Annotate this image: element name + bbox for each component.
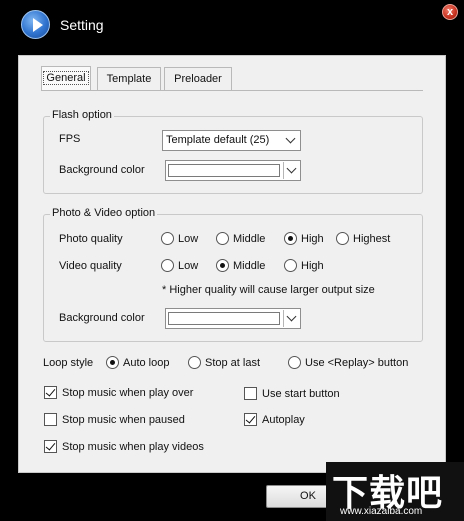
- site-watermark: 下载吧 www.xiazaiba.com: [326, 462, 464, 521]
- radio-icon: [336, 232, 349, 245]
- checkbox-icon: [244, 387, 257, 400]
- window-title: Setting: [60, 17, 104, 33]
- tab-divider: [41, 90, 423, 91]
- loop-stop-at-last[interactable]: Stop at last: [188, 356, 260, 369]
- color-swatch: [168, 312, 280, 325]
- radio-icon: [288, 356, 301, 369]
- video-quality-high[interactable]: High: [284, 259, 324, 272]
- tab-general-label: General: [43, 71, 89, 85]
- chevron-down-icon: [283, 132, 299, 149]
- video-quality-label: Video quality: [59, 260, 122, 272]
- title-bar: Setting x: [0, 0, 464, 50]
- photo-video-bg-color-picker[interactable]: [165, 308, 301, 329]
- radio-icon: [216, 232, 229, 245]
- fps-select[interactable]: Template default (25): [162, 130, 301, 151]
- photo-quality-middle[interactable]: Middle: [216, 232, 265, 245]
- loop-auto-loop[interactable]: Auto loop: [106, 356, 169, 369]
- settings-panel: General Template Preloader Flash option …: [18, 55, 446, 473]
- tab-template[interactable]: Template: [97, 67, 161, 91]
- radio-selected-icon: [284, 232, 297, 245]
- radio-icon: [161, 232, 174, 245]
- fps-label: FPS: [59, 133, 81, 145]
- loop-style-label: Loop style: [43, 357, 94, 369]
- stop-music-paused-checkbox[interactable]: Stop music when paused: [44, 413, 185, 426]
- watermark-url: www.xiazaiba.com: [340, 506, 423, 517]
- chevron-down-icon: [283, 310, 299, 327]
- close-button[interactable]: x: [442, 4, 458, 20]
- radio-icon: [161, 259, 174, 272]
- tab-general[interactable]: General: [41, 66, 91, 91]
- loop-replay-button[interactable]: Use <Replay> button: [288, 356, 408, 369]
- checkbox-icon: [44, 413, 57, 426]
- settings-window: Setting x General Template Preloader Fla…: [0, 0, 464, 521]
- fps-value: Template default (25): [166, 134, 270, 146]
- checkbox-checked-icon: [244, 413, 257, 426]
- photo-quality-label: Photo quality: [59, 233, 123, 245]
- flash-bg-color-label: Background color: [59, 164, 145, 176]
- flash-bg-color-picker[interactable]: [165, 160, 301, 181]
- quality-note: * Higher quality will cause larger outpu…: [162, 284, 375, 296]
- photo-quality-low[interactable]: Low: [161, 232, 198, 245]
- stop-music-play-over-checkbox[interactable]: Stop music when play over: [44, 386, 193, 399]
- radio-selected-icon: [106, 356, 119, 369]
- tab-preloader[interactable]: Preloader: [164, 67, 232, 91]
- checkbox-checked-icon: [44, 440, 57, 453]
- chevron-down-icon: [283, 162, 299, 179]
- color-swatch: [168, 164, 280, 177]
- photo-quality-high[interactable]: High: [284, 232, 324, 245]
- flash-option-legend: Flash option: [50, 109, 114, 121]
- autoplay-checkbox[interactable]: Autoplay: [244, 413, 305, 426]
- use-start-button-checkbox[interactable]: Use start button: [244, 387, 340, 400]
- photo-quality-highest[interactable]: Highest: [336, 232, 390, 245]
- checkbox-checked-icon: [44, 386, 57, 399]
- video-quality-middle[interactable]: Middle: [216, 259, 265, 272]
- video-quality-low[interactable]: Low: [161, 259, 198, 272]
- play-app-icon: [21, 10, 50, 39]
- radio-icon: [284, 259, 297, 272]
- radio-icon: [188, 356, 201, 369]
- flash-option-group: Flash option: [43, 109, 423, 194]
- photo-video-bg-color-label: Background color: [59, 312, 145, 324]
- photo-video-legend: Photo & Video option: [50, 207, 158, 219]
- stop-music-videos-checkbox[interactable]: Stop music when play videos: [44, 440, 204, 453]
- radio-selected-icon: [216, 259, 229, 272]
